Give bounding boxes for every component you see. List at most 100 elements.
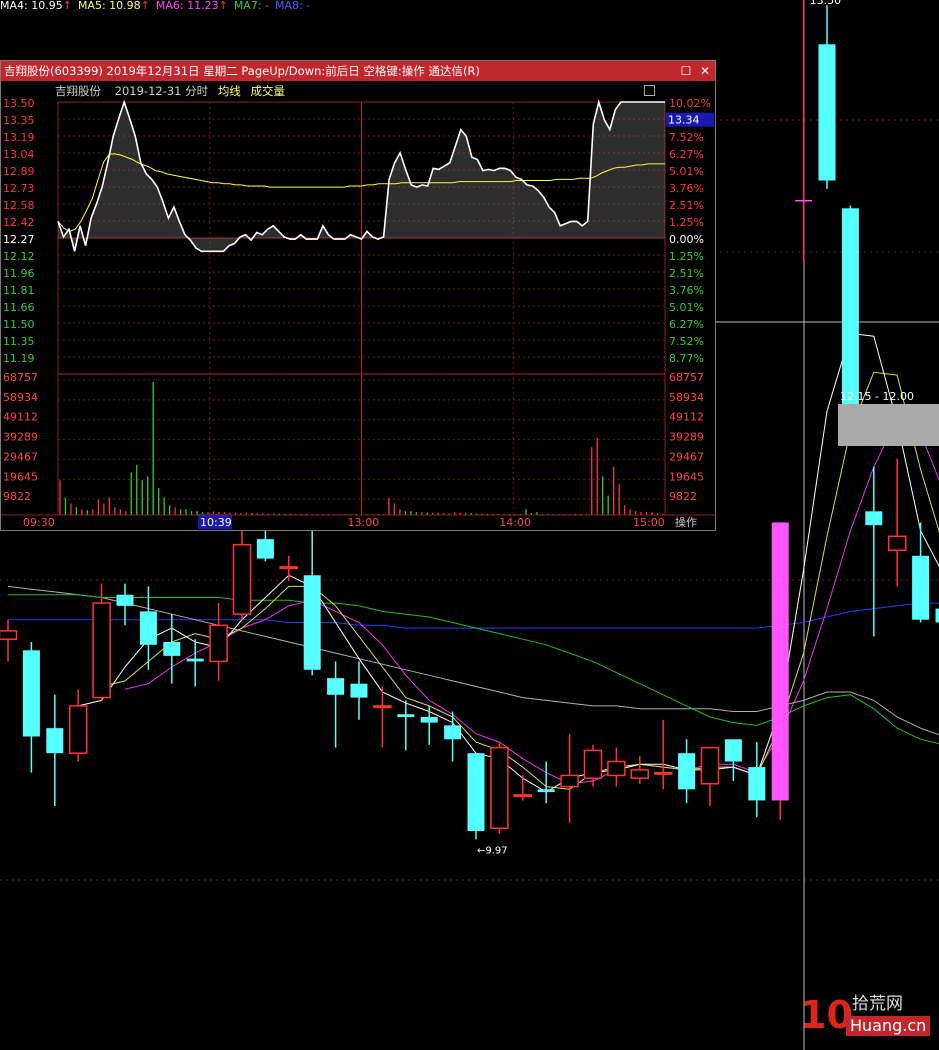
candle-body [700,746,720,785]
price-tick-label: 11.66 [3,301,35,314]
price-tick-label: 13.50 [3,97,35,110]
candle-body [513,794,533,798]
percent-tick-label: 6.27% [669,318,704,331]
candle-body [912,555,930,620]
candle-body [397,714,415,718]
percent-tick-label: 1.25% [669,250,704,263]
candle-body [116,594,134,606]
volume-tick-label-right: 39289 [669,431,704,444]
candle-body [560,774,579,788]
price-tick-label: 12.12 [3,250,35,263]
intraday-popup-window[interactable]: 吉翔股份(603399) 2019年12月31日 星期二 PageUp/Down… [0,60,716,531]
volume-tick-label: 49112 [3,411,38,424]
price-tick-label: 12.42 [3,216,35,229]
candle-body [420,717,438,723]
time-cursor-label: 10:39 [200,516,232,529]
candle-body [818,44,836,181]
high-price-label: 13.50 [810,0,842,7]
volume-tick-label-right: 58934 [669,391,704,404]
volume-tick-label-right: 49112 [669,411,704,424]
time-tick-label: 15:00 [633,516,665,529]
price-tick-label: 12.58 [3,199,35,212]
candle-body [748,767,766,801]
candle-body [22,650,40,737]
price-tick-label: 11.35 [3,335,35,348]
volume-tick-label: 19645 [3,470,38,483]
ma-legend-item: MA4: 10.95↑ [0,0,72,12]
candle-body [139,611,157,645]
site-watermark-logo: 10 拾荒网 Huang.cn [800,992,935,1042]
intraday-chart[interactable]: 13.50 10.02% 13.35 8.77% 13.19 7.52% 13.04 6.27… [1,61,715,530]
percent-tick-label: 7.52% [669,131,704,144]
ma-legend-item: MA7: - [233,0,269,12]
candle-body [490,746,509,829]
candle-body [350,683,368,698]
volume-tick-label: 68757 [3,371,38,384]
ma-legend-item: MA5: 10.98↑ [77,0,150,12]
candle-body [92,602,111,699]
volume-tick-label: 58934 [3,391,38,404]
price-tick-label: 11.50 [3,318,35,331]
percent-tick-label: 2.51% [669,199,704,212]
candle-body [163,641,181,656]
candle-body [583,749,603,779]
price-tick-label: 11.96 [3,267,35,280]
volume-tick-label-right: 9822 [669,490,697,503]
candle-body [630,769,650,779]
price-tick-label: 13.35 [3,114,35,127]
candle-body [444,725,462,740]
candle-body [46,728,64,754]
volume-tick-label-right: 19645 [669,470,704,483]
candle-body [607,760,626,777]
candle-body [232,543,252,615]
candle-body [186,658,204,662]
low-price-label: ←9.97 [477,845,508,856]
percent-tick-label: 5.01% [669,165,704,178]
volume-tick-label-right: 68757 [669,371,704,384]
candle-body [279,566,299,570]
price-tick-label: 11.19 [3,352,35,365]
candle-body [537,789,555,793]
time-tick-label: 09:30 [23,516,55,529]
candle-body [771,522,789,801]
candle-body [209,624,228,663]
candle-body [653,771,673,775]
candle-body [935,608,939,623]
percent-tick-label: 3.76% [669,182,704,195]
percent-tick-label: 10.02% [669,97,711,110]
volume-tick-label: 39289 [3,431,38,444]
range-label: 12.15 - 12.00 [840,390,914,403]
percent-tick-label: 3.76% [669,284,704,297]
candle-body [467,753,485,832]
time-tick-label: 14:00 [499,516,531,529]
volume-tick-label-right: 29467 [669,450,704,463]
ma-legend-item: MA8: - [275,0,311,12]
candle-body [724,739,742,762]
candle-body [303,575,321,670]
volume-tick-label: 9822 [3,490,31,503]
range-highlight-box [838,404,939,446]
price-tick-label: 12.89 [3,165,35,178]
percent-tick-label: 2.51% [669,267,704,280]
candle-body [256,539,274,559]
price-tick-label: 13.04 [3,148,35,161]
percent-tick-label: 1.25% [669,216,704,229]
candle-body [678,753,696,790]
percent-tick-label: 8.77% [669,352,704,365]
candle-body [68,705,88,754]
current-price-label: 13.34 [668,114,700,127]
ma-legend: MA4: 10.95↑ MA5: 10.98↑ MA6: 11.23↑ MA7: - M… [0,0,316,14]
percent-tick-label: 7.52% [669,335,704,348]
time-tick-label: 13:00 [348,516,380,529]
price-tick-label: 12.27 [3,233,35,246]
candle-body [887,535,907,551]
action-label: 操作 [675,515,697,529]
price-tick-label: 13.19 [3,131,35,144]
candle-body [865,511,883,526]
candle-body [0,630,18,640]
percent-tick-label: 5.01% [669,301,704,314]
volume-tick-label: 29467 [3,450,38,463]
price-tick-label: 11.81 [3,284,35,297]
candle-body [327,678,345,695]
candle-body [795,199,813,202]
